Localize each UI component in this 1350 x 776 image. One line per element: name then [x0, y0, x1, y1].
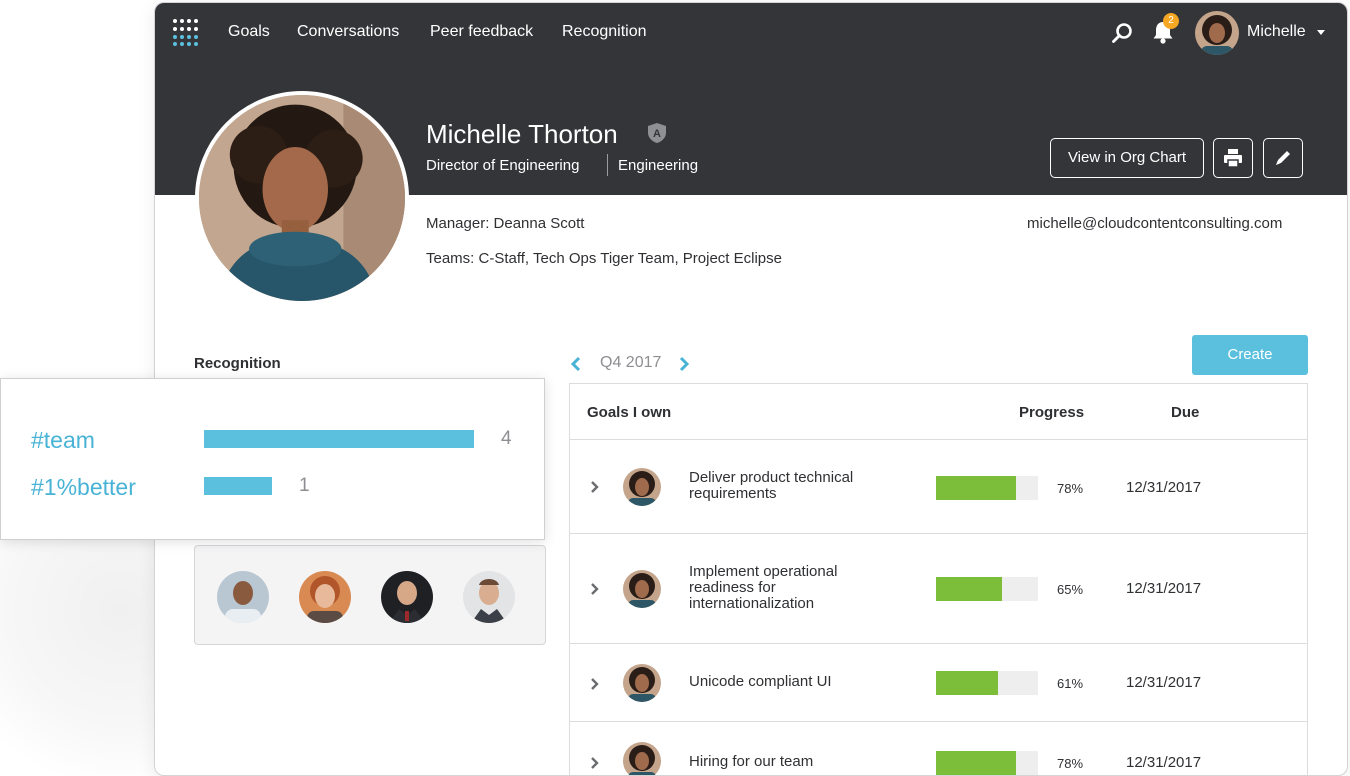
profile-name: Michelle Thorton — [426, 119, 618, 149]
profile-photo — [195, 91, 409, 305]
goal-due-date: 12/31/2017 — [1126, 754, 1202, 771]
chevron-right-icon[interactable] — [589, 755, 601, 771]
chevron-down-icon[interactable] — [1317, 30, 1325, 35]
admin-badge-label: A — [653, 128, 661, 140]
user-menu-name[interactable]: Michelle — [1247, 23, 1306, 41]
search-icon[interactable] — [1110, 21, 1134, 45]
goal-due-date: 12/31/2017 — [1126, 674, 1202, 691]
goal-owner-avatar — [623, 570, 661, 608]
nav-peer-feedback[interactable]: Peer feedback — [430, 23, 533, 41]
profile-title: Director of Engineering — [426, 157, 580, 174]
avatar[interactable] — [299, 571, 351, 623]
notification-badge: 2 — [1163, 13, 1179, 29]
progress-percent: 78% — [1056, 481, 1084, 496]
progress-bar — [936, 671, 1038, 695]
goal-owner-avatar — [623, 468, 661, 506]
chevron-right-icon[interactable] — [589, 581, 601, 597]
tag-label[interactable]: #1%better — [31, 474, 136, 501]
column-header-goal: Goals I own — [587, 404, 672, 421]
avatar[interactable] — [381, 571, 433, 623]
nav-conversations[interactable]: Conversations — [297, 23, 399, 41]
chevron-right-icon[interactable] — [589, 479, 601, 495]
goal-owner-avatar — [623, 664, 661, 702]
tag-count-bar — [204, 477, 272, 495]
edit-button[interactable] — [1263, 138, 1303, 178]
period-label: Q4 2017 — [600, 354, 662, 371]
chevron-right-icon[interactable] — [589, 676, 601, 692]
progress-bar-fill — [936, 751, 1016, 775]
recognition-avatars — [194, 545, 546, 645]
recognition-tags-card: #team 4 #1%better 1 — [0, 378, 545, 540]
progress-bar-fill — [936, 577, 1003, 601]
email-link[interactable]: michelle@cloudcontentconsulting.com — [1027, 215, 1282, 232]
create-goal-button[interactable]: Create — [1192, 335, 1308, 375]
progress-bar — [936, 476, 1038, 500]
view-org-chart-button[interactable]: View in Org Chart — [1050, 138, 1204, 178]
print-icon — [1224, 149, 1242, 168]
column-header-due: Due — [1171, 404, 1200, 421]
avatar[interactable] — [463, 571, 515, 623]
goal-due-date: 12/31/2017 — [1126, 580, 1202, 597]
progress-bar-fill — [936, 671, 999, 695]
goal-title[interactable]: Implement operational readiness for inte… — [689, 564, 899, 612]
table-row[interactable]: Hiring for our team 78% 12/31/2017 — [570, 721, 1307, 775]
user-avatar[interactable] — [1195, 11, 1239, 55]
chevron-right-icon[interactable] — [677, 355, 691, 373]
tag-count-bar — [204, 430, 474, 448]
goal-due-date: 12/31/2017 — [1126, 479, 1202, 496]
screen: Goals Conversations Peer feedback Recogn… — [0, 0, 1350, 776]
column-header-progress: Progress — [1019, 404, 1085, 421]
profile-department: Engineering — [618, 157, 699, 174]
recognition-title: Recognition — [194, 355, 281, 372]
table-row[interactable]: Unicode compliant UI 61% 12/31/2017 — [570, 643, 1307, 721]
tag-count: 1 — [299, 475, 310, 496]
goal-title[interactable]: Deliver product technical requirements — [689, 470, 899, 502]
table-row[interactable]: Implement operational readiness for inte… — [570, 533, 1307, 643]
progress-percent: 65% — [1056, 582, 1084, 597]
goals-table: Goals I own Progress Due Deliver product… — [569, 383, 1308, 775]
avatar[interactable] — [217, 571, 269, 623]
title-divider — [607, 154, 608, 176]
progress-percent: 61% — [1056, 676, 1084, 691]
goal-title[interactable]: Hiring for our team — [689, 754, 899, 770]
chevron-left-icon[interactable] — [569, 355, 583, 373]
print-button[interactable] — [1213, 138, 1253, 178]
progress-percent: 78% — [1056, 756, 1084, 771]
progress-bar-fill — [936, 476, 1016, 500]
table-row[interactable]: Deliver product technical requirements 7… — [570, 439, 1307, 533]
admin-shield-icon: A — [648, 123, 666, 143]
progress-bar — [936, 577, 1038, 601]
manager-info: Manager: Deanna Scott — [426, 215, 585, 232]
goal-owner-avatar — [623, 742, 661, 775]
tag-label[interactable]: #team — [31, 427, 95, 454]
goal-title[interactable]: Unicode compliant UI — [689, 674, 899, 690]
pencil-icon — [1276, 151, 1290, 165]
teams-info: Teams: C-Staff, Tech Ops Tiger Team, Pro… — [426, 250, 782, 267]
nav-recognition[interactable]: Recognition — [562, 23, 647, 41]
tag-count: 4 — [501, 428, 512, 449]
nav-goals[interactable]: Goals — [228, 23, 270, 41]
progress-bar — [936, 751, 1038, 775]
app-grid-icon[interactable] — [173, 19, 201, 47]
